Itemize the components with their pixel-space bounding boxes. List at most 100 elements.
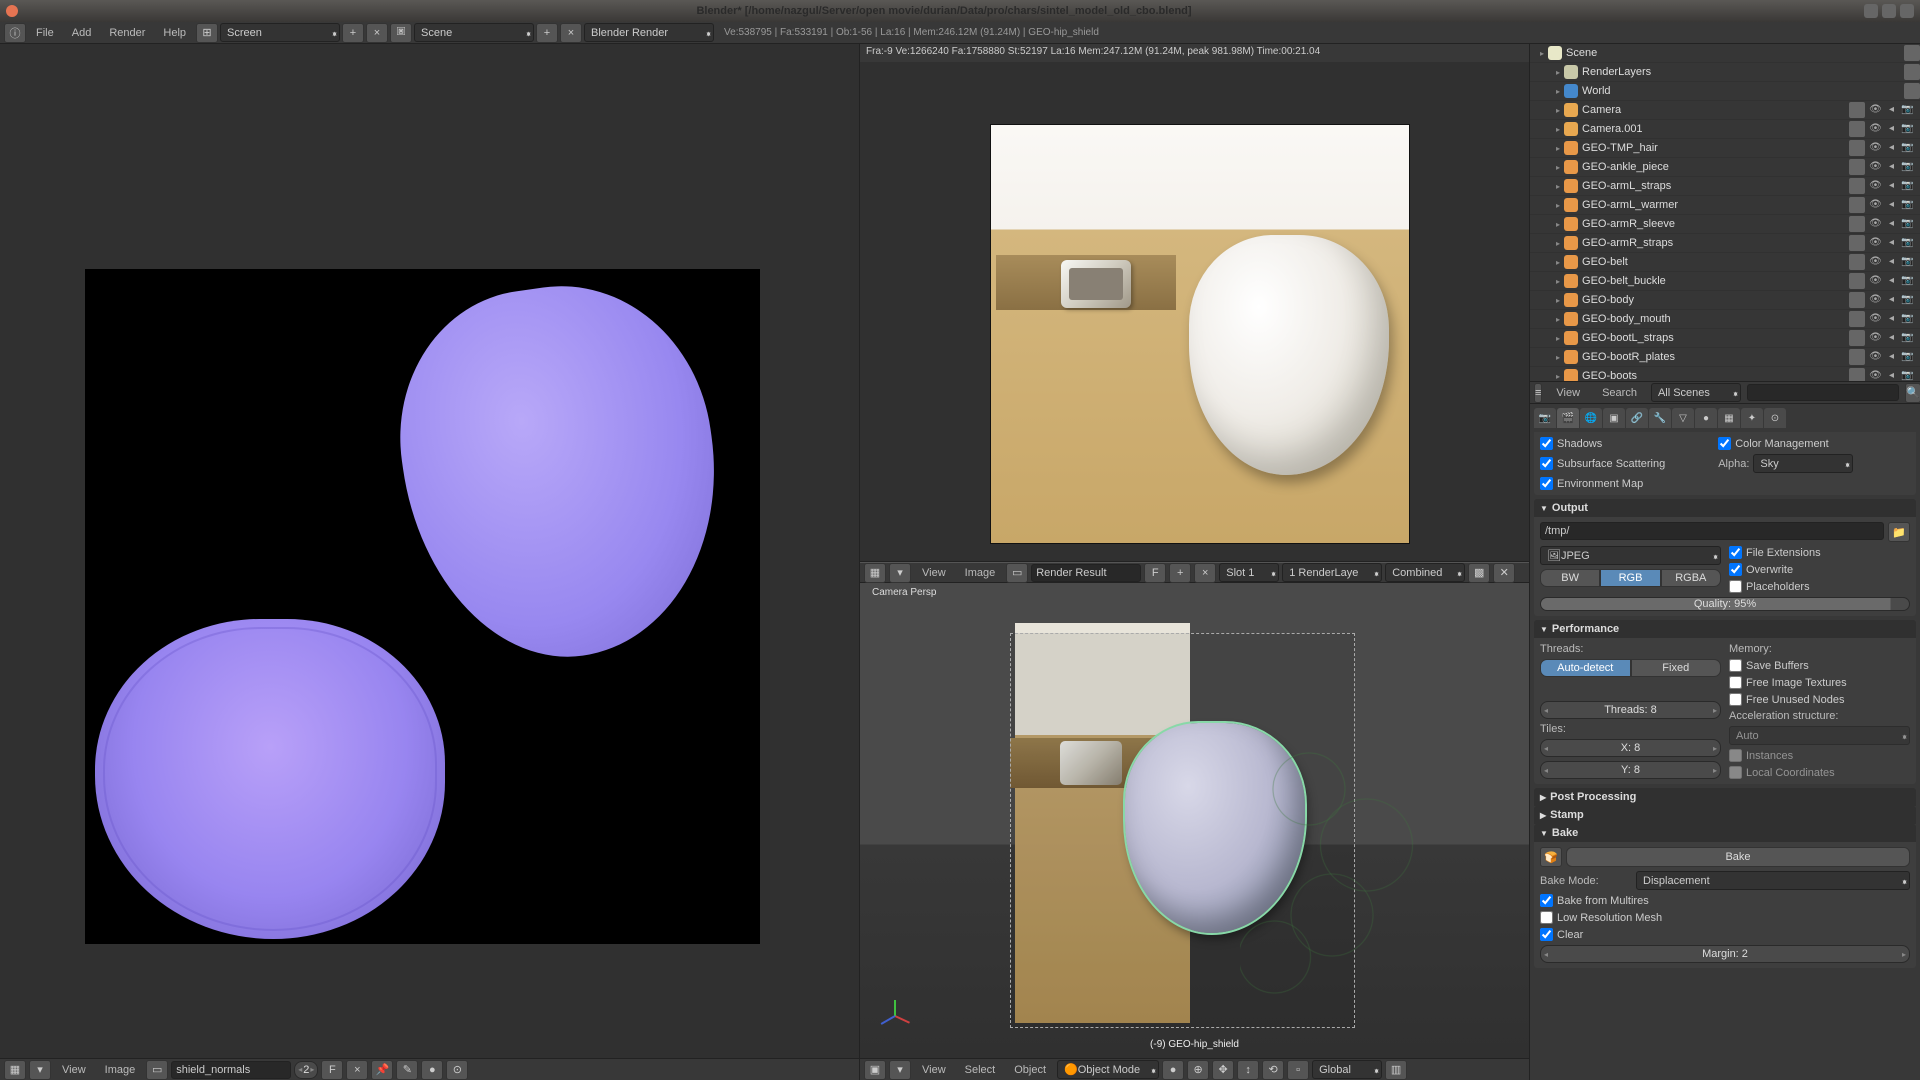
outliner-row[interactable]: ▸ GEO-armL_warmer 👁 ◂ 📷 [1530, 196, 1920, 215]
manipulator-icon[interactable]: ✥ [1212, 1060, 1234, 1080]
chk-shadows[interactable]: Shadows [1540, 437, 1710, 450]
add-scene-icon[interactable]: + [536, 23, 558, 43]
btn-auto[interactable]: Auto-detect [1540, 659, 1631, 677]
format-dropdown[interactable]: 🖼 JPEG [1540, 546, 1721, 565]
chk-color-mgmt[interactable]: Color Management [1718, 437, 1888, 450]
restrict-select-icon[interactable]: ◂ [1885, 104, 1898, 117]
render-output-image[interactable] [990, 124, 1410, 544]
minimize-icon[interactable] [1864, 4, 1878, 18]
screen-icon[interactable]: ⊞ [196, 23, 218, 43]
menu-select[interactable]: Select [957, 1062, 1004, 1078]
scene-icon[interactable]: 🞖 [390, 23, 412, 43]
restrict-view-icon[interactable]: 👁 [1869, 351, 1882, 364]
restrict-select-icon[interactable]: ◂ [1885, 237, 1898, 250]
scale-gizmo-icon[interactable]: ▫ [1287, 1060, 1309, 1080]
restrict-select-icon[interactable]: ◂ [1885, 275, 1898, 288]
restrict-render-icon[interactable]: 📷 [1901, 256, 1914, 269]
threads-field[interactable]: Threads: 8 [1540, 701, 1721, 719]
menu-object[interactable]: Object [1006, 1062, 1054, 1078]
bake-mode-dropdown[interactable]: Displacement [1636, 871, 1910, 890]
editor-type-icon[interactable]: ▦ [4, 1060, 26, 1080]
restrict-select-icon[interactable]: ◂ [1885, 142, 1898, 155]
menu-render[interactable]: Render [101, 25, 153, 41]
paint-icon[interactable]: ✎ [396, 1060, 418, 1080]
chk-file-ext[interactable]: File Extensions [1729, 546, 1910, 559]
outliner-row[interactable]: ▸ GEO-armR_sleeve 👁 ◂ 📷 [1530, 215, 1920, 234]
restrict-select-icon[interactable]: ◂ [1885, 161, 1898, 174]
btn-rgb[interactable]: RGB [1600, 569, 1660, 587]
collapse-icon[interactable]: ▾ [889, 1060, 911, 1080]
tab-data[interactable]: ▽ [1672, 408, 1694, 428]
restrict-select-icon[interactable]: ◂ [1885, 351, 1898, 364]
restrict-view-icon[interactable]: 👁 [1869, 313, 1882, 326]
fake-user-icon[interactable]: F [1144, 563, 1166, 583]
outliner-row[interactable]: ▸ GEO-body 👁 ◂ 📷 [1530, 291, 1920, 310]
editor-type-icon[interactable]: ▦ [864, 563, 886, 583]
tab-material[interactable]: ● [1695, 408, 1717, 428]
uv-canvas[interactable] [85, 269, 760, 944]
tab-world[interactable]: 🌐 [1580, 408, 1602, 428]
menu-search[interactable]: Search [1594, 385, 1645, 401]
panel-head-postproc[interactable]: Post Processing [1534, 788, 1916, 806]
restrict-render-icon[interactable]: 📷 [1901, 294, 1914, 307]
restrict-render-icon[interactable]: 📷 [1901, 332, 1914, 345]
menu-file[interactable]: File [28, 25, 62, 41]
editor-type-icon[interactable]: ⓘ [4, 23, 26, 43]
unlink-icon[interactable]: × [1194, 563, 1216, 583]
outliner-row[interactable]: ▸ Camera.001 👁 ◂ 📷 [1530, 120, 1920, 139]
outliner-row[interactable]: ▸ GEO-bootR_plates 👁 ◂ 📷 [1530, 348, 1920, 367]
unlink-icon[interactable]: × [346, 1060, 368, 1080]
screen-layout-dropdown[interactable]: Screen [220, 23, 340, 42]
restrict-render-icon[interactable]: 📷 [1901, 218, 1914, 231]
rotate-gizmo-icon[interactable]: ⟲ [1262, 1060, 1284, 1080]
outliner-row[interactable]: ▸ GEO-ankle_piece 👁 ◂ 📷 [1530, 158, 1920, 177]
chk-overwrite[interactable]: Overwrite [1729, 563, 1910, 576]
outliner-row[interactable]: ▸ GEO-belt_buckle 👁 ◂ 📷 [1530, 272, 1920, 291]
fake-user-icon[interactable]: F [321, 1060, 343, 1080]
slot-dropdown[interactable]: Slot 1 [1219, 563, 1279, 582]
menu-view[interactable]: View [914, 1062, 954, 1078]
add-image-icon[interactable]: + [1169, 563, 1191, 583]
editor-type-icon[interactable]: ≡ [1534, 383, 1542, 403]
tab-modifiers[interactable]: 🔧 [1649, 408, 1671, 428]
restrict-view-icon[interactable]: 👁 [1869, 218, 1882, 231]
menu-image[interactable]: Image [957, 565, 1004, 581]
pass-dropdown[interactable]: Combined [1385, 563, 1465, 582]
panel-head-output[interactable]: Output [1534, 499, 1916, 517]
display-mode-dropdown[interactable]: All Scenes [1651, 383, 1741, 402]
collapse-icon[interactable]: ▾ [889, 563, 911, 583]
chk-save-buffers[interactable]: Save Buffers [1729, 659, 1910, 672]
outliner-row[interactable]: ▸ GEO-body_mouth 👁 ◂ 📷 [1530, 310, 1920, 329]
layers-icon[interactable]: ▥ [1385, 1060, 1407, 1080]
chk-clear[interactable]: Clear [1540, 928, 1910, 941]
restrict-view-icon[interactable]: 👁 [1869, 142, 1882, 155]
restrict-select-icon[interactable]: ◂ [1885, 256, 1898, 269]
restrict-render-icon[interactable]: 📷 [1901, 142, 1914, 155]
pin-icon[interactable]: 📌 [371, 1060, 393, 1080]
restrict-view-icon[interactable]: 👁 [1869, 123, 1882, 136]
restrict-select-icon[interactable]: ◂ [1885, 123, 1898, 136]
editor-type-icon[interactable]: ▣ [864, 1060, 886, 1080]
btn-bw[interactable]: BW [1540, 569, 1600, 587]
restrict-view-icon[interactable]: 👁 [1869, 180, 1882, 193]
margin-field[interactable]: Margin: 2 [1540, 945, 1910, 963]
chk-free-tex[interactable]: Free Image Textures [1729, 676, 1910, 689]
outliner-row[interactable]: ▸ Camera 👁 ◂ 📷 [1530, 101, 1920, 120]
restrict-view-icon[interactable]: 👁 [1869, 161, 1882, 174]
restrict-select-icon[interactable]: ◂ [1885, 332, 1898, 345]
menu-image[interactable]: Image [97, 1062, 144, 1078]
pivot-icon[interactable]: ⊕ [1187, 1060, 1209, 1080]
menu-help[interactable]: Help [155, 25, 194, 41]
restrict-render-icon[interactable]: 📷 [1901, 275, 1914, 288]
chk-envmap[interactable]: Environment Map [1540, 477, 1710, 490]
restrict-view-icon[interactable]: 👁 [1869, 104, 1882, 117]
accel-dropdown[interactable]: Auto [1729, 726, 1910, 745]
close-render-icon[interactable]: ✕ [1493, 563, 1515, 583]
image-name-field[interactable]: Render Result [1031, 564, 1141, 582]
outliner-row[interactable]: ▸ GEO-armR_straps 👁 ◂ 📷 [1530, 234, 1920, 253]
outliner-row[interactable]: ▸ Scene [1530, 44, 1920, 63]
tab-scene[interactable]: 🎬 [1557, 408, 1579, 428]
restrict-select-icon[interactable]: ◂ [1885, 180, 1898, 193]
search-icon[interactable]: 🔍 [1905, 383, 1920, 403]
tab-particles[interactable]: ✦ [1741, 408, 1763, 428]
